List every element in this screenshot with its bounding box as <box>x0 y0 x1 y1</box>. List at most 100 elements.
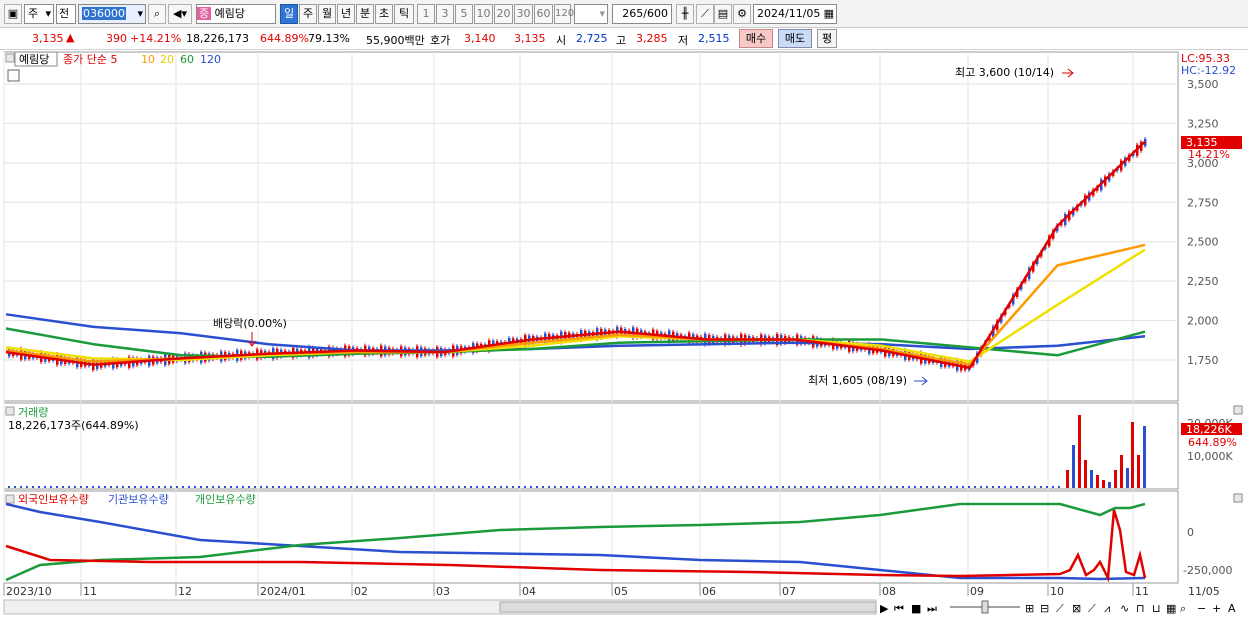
date-input[interactable]: 2024/11/05 ▦ <box>753 4 837 24</box>
zoom-in-icon[interactable]: + <box>1212 602 1221 615</box>
table-icon[interactable] <box>7 69 20 82</box>
trend-icon[interactable]: ⟋ <box>1088 602 1096 615</box>
volume-bar <box>1078 415 1081 488</box>
zoom-icon[interactable]: ⌕ <box>1180 602 1186 615</box>
period-month[interactable]: 월 <box>318 4 336 24</box>
volume-bar <box>8 486 10 488</box>
bar-toggle-icon[interactable]: ⊠ <box>1072 602 1081 615</box>
candle-toggle-icon[interactable]: ⊟ <box>1040 602 1049 615</box>
volume-bar <box>428 486 430 488</box>
volume-bar <box>344 486 346 488</box>
custom-interval-select[interactable]: ▾ <box>574 4 608 24</box>
period-minute[interactable]: 분 <box>356 4 374 24</box>
volume-bar <box>626 486 628 488</box>
period-second[interactable]: 초 <box>375 4 393 24</box>
volume-bar <box>554 486 556 488</box>
volume-value: 18,226,173 <box>186 32 249 45</box>
turnover: 79.13% <box>308 32 350 45</box>
volume-bar <box>548 486 550 488</box>
volume-bar <box>500 486 502 488</box>
interval-label: 10 <box>476 7 491 20</box>
forward-icon[interactable]: ⏭ <box>927 602 937 615</box>
sell-button[interactable]: 매도 <box>778 29 812 48</box>
volume-bar <box>1052 486 1054 488</box>
range-icon[interactable]: ⊓ <box>1136 602 1145 615</box>
zoom-out-icon[interactable]: − <box>1197 602 1206 615</box>
layout-icon[interactable]: ▣ <box>4 4 22 24</box>
draw-line-icon[interactable]: ⟋ <box>696 4 714 24</box>
period-month-label: 월 <box>321 7 333 20</box>
text-size-icon[interactable]: A <box>1228 602 1236 615</box>
close-icon[interactable] <box>1233 405 1243 415</box>
rewind-icon[interactable]: ⏮ <box>894 602 904 615</box>
volume-bar <box>296 486 298 488</box>
volume-bar <box>758 486 760 488</box>
chart-area[interactable]: 예림당 종가 단순 5 10 20 60 120 LC:95.33 HC:-12… <box>0 50 1248 621</box>
speaker-icon[interactable]: ◀▾ <box>168 4 192 24</box>
line-toggle-icon[interactable]: ⟋ <box>1056 602 1064 615</box>
panel-toggle-icon[interactable] <box>5 406 15 416</box>
extra-button[interactable]: 평 <box>817 29 837 48</box>
count-input[interactable]: 265/600 <box>612 4 672 24</box>
interval-label: 30 <box>516 7 531 20</box>
search-icon[interactable]: ⌕ <box>148 4 166 24</box>
volume-bar <box>1096 475 1099 488</box>
volume-bar <box>26 486 28 488</box>
panel-toggle-icon[interactable] <box>5 494 15 504</box>
high-annotation: 최고 3,600 (10/14) <box>955 66 1054 79</box>
interval-1[interactable]: 1 <box>417 4 435 24</box>
interval-5[interactable]: 5 <box>455 4 473 24</box>
x-tick-label: 11/05 <box>1188 585 1220 598</box>
scroll-right-icon[interactable]: ▶ <box>880 602 889 615</box>
calendar-icon[interactable]: ▦ <box>824 5 834 23</box>
volume-bar <box>488 486 490 488</box>
volume-bar <box>1108 482 1111 488</box>
save-icon[interactable]: ▤ <box>714 4 732 24</box>
scrollbar-thumb[interactable] <box>499 601 877 613</box>
volume-bar <box>590 486 592 488</box>
volume-bar <box>638 486 640 488</box>
volume-bar <box>188 486 190 488</box>
stock-name-field[interactable]: 증 예림당 <box>196 4 276 24</box>
period-week[interactable]: 주 <box>299 4 317 24</box>
low-value: 2,515 <box>698 32 730 45</box>
volume-bar <box>326 486 328 488</box>
ma-title-text: 종가 단순 <box>63 53 107 66</box>
panel-toggle-icon[interactable] <box>5 53 15 63</box>
period-year[interactable]: 년 <box>337 4 355 24</box>
buy-button[interactable]: 매수 <box>739 29 773 48</box>
volume-bar <box>422 486 424 488</box>
volume-bar <box>1046 486 1048 488</box>
split-icon[interactable]: ⊔ <box>1152 602 1161 615</box>
interval-30[interactable]: 30 <box>514 4 533 24</box>
grid-icon[interactable]: ▦ <box>1166 602 1176 615</box>
code-input[interactable]: 036000 ▾ <box>78 4 146 24</box>
interval-label: 1 <box>422 7 430 20</box>
zoom-slider-handle[interactable] <box>981 600 989 614</box>
volume-bar <box>650 486 652 488</box>
close-icon[interactable] <box>1233 493 1243 503</box>
bid2-value: 3,135 <box>514 32 546 45</box>
candle-icon[interactable]: ╫ <box>676 4 694 24</box>
x-tick-label: 2024/01 <box>260 585 306 598</box>
chart-type-icon[interactable]: ⊞ <box>1025 602 1034 615</box>
stop-icon[interactable]: ■ <box>911 602 921 615</box>
period-type-select[interactable]: 주 ▾ <box>24 4 54 24</box>
prev-button[interactable]: 전 <box>56 4 76 24</box>
interval-10[interactable]: 10 <box>474 4 493 24</box>
gear-icon[interactable]: ⚙ <box>733 4 751 24</box>
volume-bar <box>770 486 772 488</box>
volume-bar <box>182 486 184 488</box>
volume-bar <box>92 486 94 488</box>
interval-20[interactable]: 20 <box>494 4 513 24</box>
interval-3[interactable]: 3 <box>436 4 454 24</box>
zigzag-icon[interactable]: ⩘ <box>1104 602 1110 615</box>
period-tick[interactable]: 틱 <box>394 4 414 24</box>
volume-bar <box>80 486 82 488</box>
volume-bar <box>788 486 790 488</box>
wave-icon[interactable]: ∿ <box>1120 602 1129 615</box>
period-day[interactable]: 일 <box>280 4 298 24</box>
interval-60[interactable]: 60 <box>534 4 553 24</box>
interval-120[interactable]: 120 <box>554 4 574 24</box>
last-pct-label: 14.21% <box>1188 148 1230 161</box>
